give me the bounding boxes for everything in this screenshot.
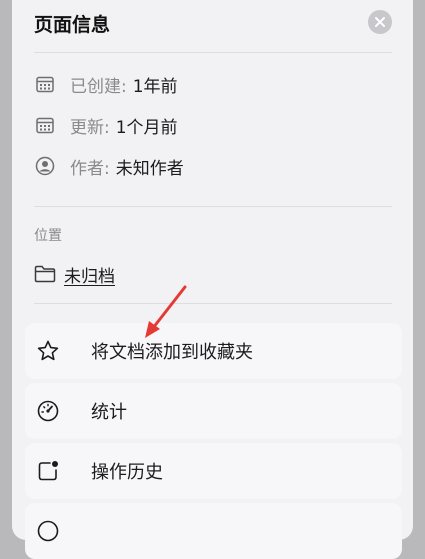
annotation-arrow-icon [145, 285, 187, 338]
